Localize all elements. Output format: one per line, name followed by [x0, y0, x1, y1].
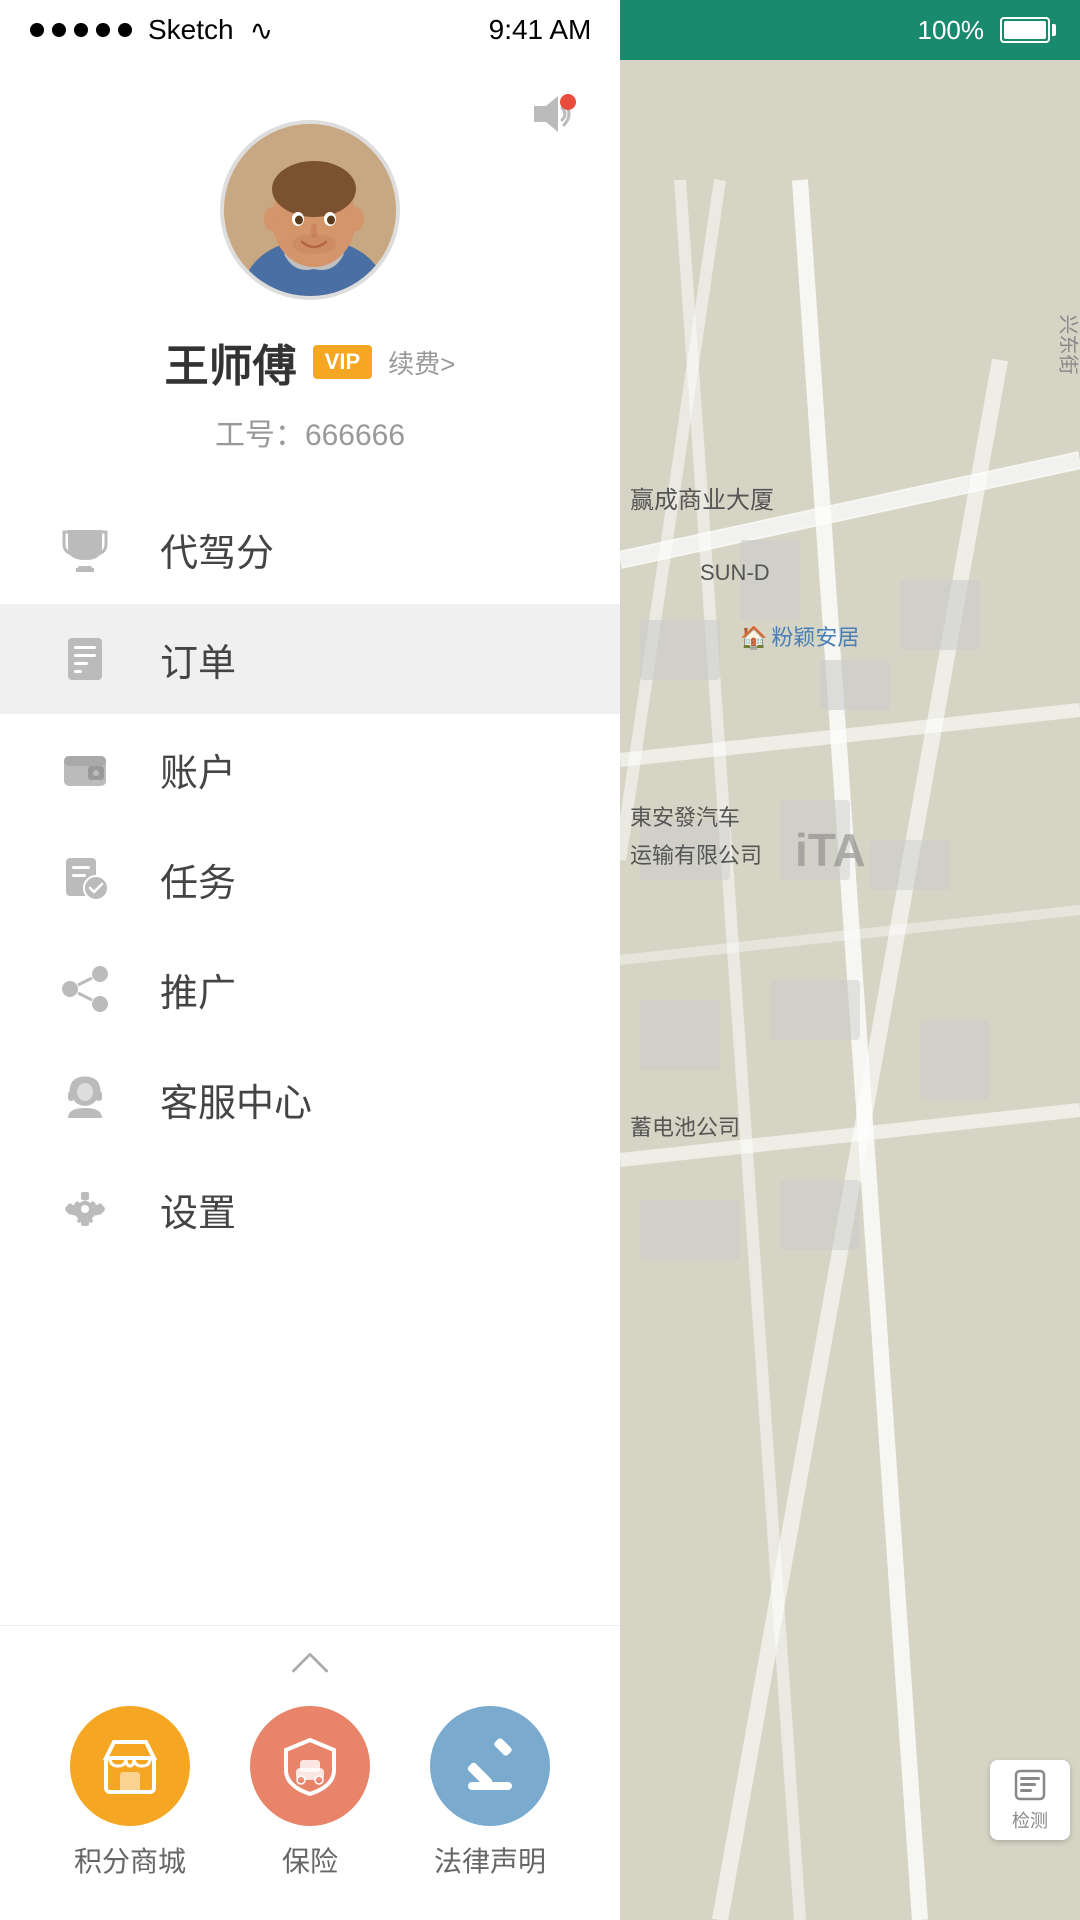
menu-item-orders[interactable]: 订单: [0, 604, 620, 714]
street-label: 兴东街: [1056, 315, 1080, 375]
renew-link[interactable]: 续费>: [388, 344, 455, 381]
orders-icon: [50, 624, 120, 694]
user-name: 王师傅: [165, 330, 297, 394]
avatar: [220, 120, 400, 300]
legal-circle: [430, 1706, 550, 1826]
menu-label-score: 代驾分: [160, 522, 274, 577]
menu-item-service[interactable]: 客服中心: [0, 1044, 620, 1154]
wallet-icon: [50, 734, 120, 804]
work-id-label: 工号：: [215, 419, 305, 452]
menu-list: 代驾分 订单: [0, 494, 620, 1625]
bottom-section: 积分商城 保险: [0, 1625, 620, 1920]
status-bar-right: 100%: [620, 0, 1080, 60]
battery-icon: [1000, 17, 1050, 43]
signal-dots: [30, 23, 132, 37]
map-detection-label: 检测: [1012, 1807, 1048, 1833]
work-id: 工号：666666: [215, 410, 405, 454]
vip-badge: VIP: [313, 345, 372, 379]
menu-label-service: 客服中心: [160, 1072, 312, 1127]
profile-section: 王师傅 VIP 续费> 工号：666666: [0, 60, 620, 494]
notification-dot: [560, 94, 576, 110]
shop-circle: [70, 1706, 190, 1826]
time-display: 9:41 AM: [479, 0, 602, 60]
chevron-up-button[interactable]: [0, 1626, 620, 1686]
menu-item-score[interactable]: 代驾分: [0, 494, 620, 604]
insurance-circle: [250, 1706, 370, 1826]
carrier-label: Sketch: [148, 14, 234, 46]
wifi-icon: ∿: [250, 14, 273, 47]
menu-label-settings: 设置: [160, 1182, 236, 1237]
legal-label: 法律声明: [434, 1840, 546, 1880]
map-label-battery: 蓄电池公司: [630, 1110, 740, 1142]
bottom-item-legal[interactable]: 法律声明: [430, 1706, 550, 1880]
menu-label-promote: 推广: [160, 962, 236, 1017]
menu-item-promote[interactable]: 推广: [0, 934, 620, 1044]
insurance-label: 保险: [282, 1840, 338, 1880]
map-detection-button[interactable]: 检测: [990, 1760, 1070, 1840]
map-ita-label: iTA: [795, 823, 866, 877]
map-panel: 充值: [620, 60, 1080, 1920]
battery-percent: 100%: [918, 15, 985, 46]
settings-icon: [50, 1174, 120, 1244]
bottom-item-insurance[interactable]: 保险: [250, 1706, 370, 1880]
menu-label-tasks: 任务: [160, 852, 236, 907]
map-label-sun: SUN-D: [700, 560, 770, 586]
bottom-item-shop[interactable]: 积分商城: [70, 1706, 190, 1880]
menu-label-account: 账户: [160, 742, 236, 797]
notification-button[interactable]: [520, 90, 580, 150]
status-bar: Sketch ∿ 9:41 AM 100%: [0, 0, 1080, 60]
menu-label-orders: 订单: [160, 632, 236, 687]
battery-fill: [1004, 21, 1046, 39]
service-icon: [50, 1064, 120, 1134]
shop-label: 积分商城: [74, 1840, 186, 1880]
menu-item-tasks[interactable]: 任务: [0, 824, 620, 934]
work-id-value: 666666: [305, 419, 405, 452]
drawer-panel: 王师傅 VIP 续费> 工号：666666: [0, 60, 620, 1920]
share-icon: [50, 954, 120, 1024]
avatar-image: [224, 124, 396, 296]
main-layout: 王师傅 VIP 续费> 工号：666666: [0, 60, 1080, 1920]
menu-item-settings[interactable]: 设置: [0, 1154, 620, 1264]
map-label-residence: 🏠粉颖安居: [740, 620, 859, 652]
map-label-auto1: 東安發汽车: [630, 800, 740, 832]
tasks-icon: [50, 844, 120, 914]
menu-item-account[interactable]: 账户: [0, 714, 620, 824]
map-label-building1: 赢成商业大厦: [630, 480, 774, 515]
map-label-auto2: 运输有限公司: [630, 838, 762, 870]
trophy-icon: [50, 514, 120, 584]
bottom-icon-row: 积分商城 保险: [0, 1686, 620, 1920]
user-name-row: 王师傅 VIP 续费>: [165, 330, 456, 394]
